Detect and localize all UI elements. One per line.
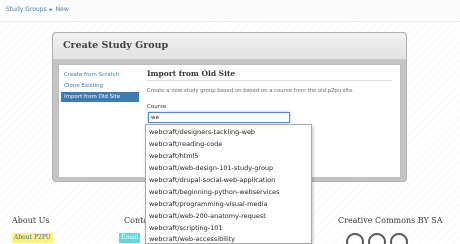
by-icon[interactable] <box>368 233 386 244</box>
autocomplete-option[interactable]: webcraft/beginning-python-webservices <box>146 186 311 198</box>
top-bar: Study Groups ▸ New <box>0 0 460 22</box>
about-p2pu-link[interactable]: About P2PU <box>12 233 53 243</box>
cc-icon[interactable] <box>346 233 364 244</box>
autocomplete-option[interactable]: webcraft/web-200-anatomy-request <box>146 210 311 222</box>
breadcrumb: Study Groups ▸ New <box>6 6 69 13</box>
footer-cc-heading: Creative Commons BY SA <box>338 216 443 225</box>
sa-icon[interactable] <box>390 233 408 244</box>
side-nav: Create from Scratch Clone Existing Impor… <box>59 65 141 177</box>
card-header: Create Study Group <box>53 33 406 60</box>
autocomplete-option[interactable]: webcraft/web-design-101-study-group <box>146 162 311 174</box>
autocomplete-option[interactable]: webcraft/html5 <box>146 150 311 162</box>
footer-about-heading: About Us <box>12 216 50 225</box>
panel-divider <box>147 80 392 81</box>
email-link[interactable]: Email <box>119 233 141 243</box>
breadcrumb-study-groups[interactable]: Study Groups <box>6 6 47 13</box>
autocomplete-option[interactable]: webcraft/designers-tackling-web <box>146 126 311 138</box>
autocomplete-dropdown: webcraft/designers-tackling-web webcraft… <box>145 124 312 244</box>
sidebar-item-import-from-old-site[interactable]: Import from Old Site <box>61 92 139 102</box>
autocomplete-option[interactable]: webcraft/reading-code <box>146 138 311 150</box>
sidebar-item-clone-existing[interactable]: Clone Existing <box>61 81 139 91</box>
autocomplete-option[interactable]: webcraft/web-accessibility <box>146 233 311 244</box>
autocomplete-option[interactable]: webcraft/programming-visual-media <box>146 198 311 210</box>
panel-description: Create a new study group based on based … <box>147 88 355 94</box>
sidebar-item-create-from-scratch[interactable]: Create from Scratch <box>61 70 139 80</box>
card-title: Create Study Group <box>63 40 169 51</box>
panel-title: Import from Old Site <box>147 69 236 78</box>
breadcrumb-separator: ▸ <box>49 6 53 13</box>
course-label: Course <box>147 104 167 110</box>
course-input[interactable] <box>148 112 290 123</box>
breadcrumb-new[interactable]: New <box>56 6 69 13</box>
autocomplete-option[interactable]: webcraft/drupal-social-web-application <box>146 174 311 186</box>
